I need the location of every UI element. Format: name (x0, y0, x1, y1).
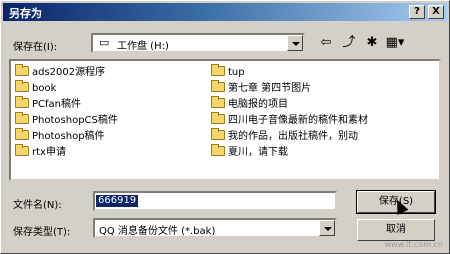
list-item[interactable]: tup (211, 64, 245, 81)
folder-icon (15, 128, 29, 140)
folder-icon (15, 144, 29, 156)
filetype-value: QQ 消息备份文件 (*.bak) (99, 226, 216, 237)
folder-icon (211, 112, 225, 124)
chevron-down-icon[interactable] (319, 220, 335, 236)
new-folder-icon[interactable]: ✱ (361, 33, 383, 53)
watermark: www.it.com.cn (384, 240, 443, 249)
folder-icon (211, 96, 225, 108)
views-menu-icon[interactable]: ▦▾ (384, 33, 406, 53)
list-item[interactable]: 夏川，请下载 (211, 144, 288, 161)
list-item[interactable]: book (15, 80, 56, 97)
cancel-button[interactable]: 取消 (357, 219, 435, 241)
folder-icon (15, 112, 29, 124)
filetype-label: 保存类型(T): (13, 227, 71, 238)
folder-icon (211, 64, 225, 76)
save-as-dialog: 另存为 ? X 保存在(I): ▭ 工作盘 (H:) ⇦ ⤴ ✱ ▦▾ ads2… (0, 0, 450, 254)
folder-icon (211, 144, 225, 156)
save-in-label: 保存在(I): (13, 42, 58, 53)
list-item[interactable]: 我的作品，出版社稿件，别动 (211, 128, 358, 145)
window-title: 另存为 (9, 7, 42, 20)
folder-icon (15, 96, 29, 108)
drive-icon: ▭ (99, 36, 110, 49)
save-in-value: 工作盘 (H:) (117, 41, 169, 52)
file-list[interactable]: ads2002源程序 book PCfan稿件 PhotoshopCS稿件 Ph… (9, 59, 441, 181)
folder-icon (211, 128, 225, 140)
list-item[interactable]: ads2002源程序 (15, 64, 105, 81)
list-item[interactable]: 第七章 第四节图片 (211, 80, 311, 97)
filetype-dropdown[interactable]: QQ 消息备份文件 (*.bak) (93, 218, 337, 238)
list-item[interactable]: PCfan稿件 (15, 96, 81, 113)
filename-field[interactable]: 666919 (93, 191, 337, 211)
up-folder-icon[interactable]: ⤴ (338, 33, 360, 53)
folder-icon (15, 64, 29, 76)
folder-icon (15, 80, 29, 92)
back-arrow-icon[interactable]: ⇦ (315, 33, 337, 53)
save-in-dropdown[interactable]: ▭ 工作盘 (H:) (91, 33, 305, 53)
filename-label: 文件名(N): (13, 200, 62, 211)
list-item[interactable]: 四川电子音像最新的稿件和素材 (211, 112, 368, 129)
list-item[interactable]: PhotoshopCS稿件 (15, 112, 118, 129)
list-item[interactable]: 电脑报的项目 (211, 96, 288, 113)
chevron-down-icon[interactable] (287, 35, 303, 51)
close-button[interactable]: X (428, 5, 444, 19)
list-item[interactable]: rtx申请 (15, 144, 66, 161)
title-bar[interactable]: 另存为 ? X (3, 3, 447, 21)
folder-icon (211, 80, 225, 92)
filename-value: 666919 (96, 195, 139, 207)
list-item[interactable]: Photoshop稿件 (15, 128, 105, 145)
help-button[interactable]: ? (409, 5, 425, 19)
